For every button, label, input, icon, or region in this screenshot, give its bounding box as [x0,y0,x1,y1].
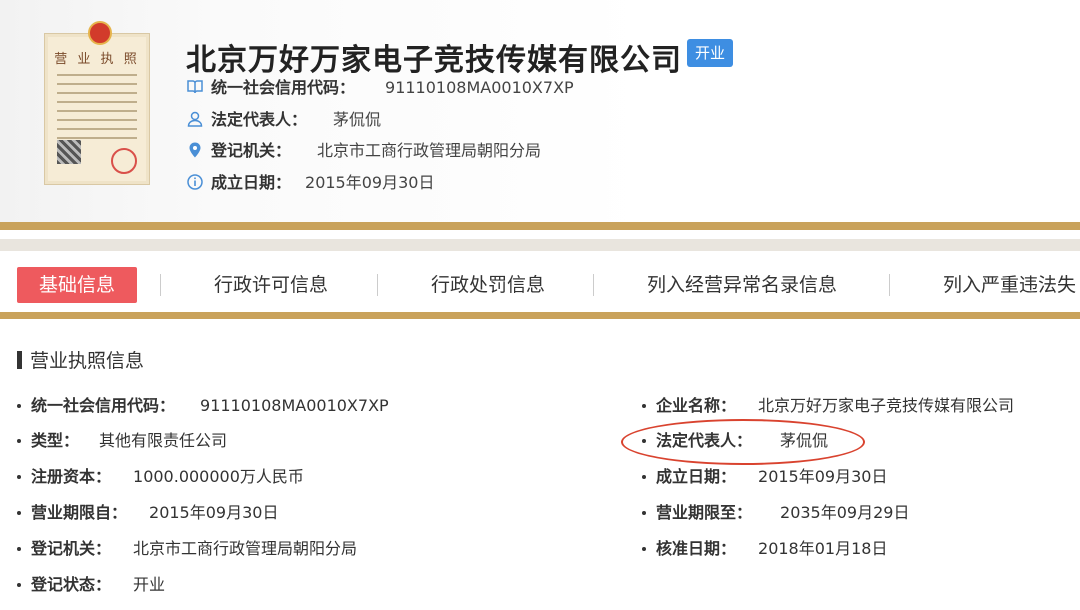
bullet-icon [17,474,21,479]
bullet-icon [642,474,646,479]
divider-grey [0,239,1080,251]
field-value: 其他有限责任公司 [99,431,228,450]
bullet-icon [642,403,646,408]
field-credit-code: 统一社会信用代码： 91110108MA0010X7XP [17,393,389,419]
info-icon [187,173,203,190]
company-header: 营 业 执 照 北京万好万家电子竞技传媒有限公司 开业 统一社会信用代码： 911… [0,0,1080,224]
person-icon [187,111,203,127]
field-label: 注册资本： [31,467,112,486]
field-value: 北京市工商行政管理局朝阳分局 [133,539,358,558]
field-authority: 登记机关： 北京市工商行政管理局朝阳分局 [17,536,357,562]
field-value: 开业 [133,575,166,594]
business-license-image[interactable]: 营 业 执 照 [44,21,150,185]
bullet-icon [17,510,21,515]
credit-code-value: 91110108MA0010X7XP [385,78,574,97]
tab-serious-violations[interactable]: 列入严重违法失 [943,267,1076,303]
tab-admin-license[interactable]: 行政许可信息 [214,267,328,303]
bullet-icon [17,582,21,587]
status-badge: 开业 [687,39,733,67]
tab-separator [593,274,594,296]
founded-value: 2015年09月30日 [305,173,435,192]
tab-basic-info[interactable]: 基础信息 [17,267,137,303]
seal-stamp-icon [111,148,137,174]
authority-value: 北京市工商行政管理局朝阳分局 [317,141,542,160]
bullet-icon [642,546,646,551]
qr-code-icon [57,140,81,164]
company-name: 北京万好万家电子竞技传媒有限公司 [186,43,682,78]
field-value: 2018年01月18日 [758,539,888,558]
divider-gold-bottom [0,312,1080,319]
field-label: 登记机关： [31,539,112,558]
bullet-icon [17,403,21,408]
field-label: 统一社会信用代码： [31,396,176,415]
field-registration-status: 登记状态： 开业 [17,572,165,598]
field-value: 2015年09月30日 [758,467,888,486]
field-term-to: 营业期限至： 2035年09月29日 [642,500,909,526]
field-founded: 成立日期： 2015年09月30日 [642,464,887,490]
tab-admin-penalty[interactable]: 行政处罚信息 [431,267,545,303]
authority-row: 登记机关： 北京市工商行政管理局朝阳分局 [186,138,541,164]
section-marker [17,350,22,369]
authority-label: 登记机关： [211,141,292,160]
field-label: 登记状态： [31,575,112,594]
field-term-from: 营业期限自： 2015年09月30日 [17,500,278,526]
divider-gold-top [0,222,1080,230]
book-icon [187,79,203,93]
bullet-icon [17,546,21,551]
field-value: 91110108MA0010X7XP [200,396,389,415]
tab-abnormal-operations[interactable]: 列入经营异常名录信息 [647,267,837,303]
license-text-lines [57,74,137,146]
field-label: 营业期限自： [31,503,128,522]
field-label: 企业名称： [656,396,737,415]
legal-rep-row: 法定代表人： 茅侃侃 [186,107,381,133]
section-title: 营业执照信息 [17,348,144,374]
founded-row: 成立日期： 2015年09月30日 [186,170,434,196]
field-value: 2035年09月29日 [780,503,910,522]
field-label: 成立日期： [656,467,737,486]
field-value: 2015年09月30日 [149,503,279,522]
credit-code-row: 统一社会信用代码： 91110108MA0010X7XP [186,75,574,101]
field-label: 营业期限至： [656,503,753,522]
legal-rep-label: 法定代表人： [211,110,308,129]
field-type: 类型： 其他有限责任公司 [17,428,227,454]
field-approval-date: 核准日期： 2018年01月18日 [642,536,887,562]
founded-label: 成立日期： [211,173,292,192]
tab-separator [160,274,161,296]
legal-rep-value: 茅侃侃 [333,110,382,129]
location-pin-icon [189,142,201,157]
field-registered-capital: 注册资本： 1000.000000万人民币 [17,464,304,490]
tab-separator [889,274,890,296]
license-image-title: 营 业 执 照 [54,52,140,67]
field-value: 北京万好万家电子竞技传媒有限公司 [758,396,1015,415]
annotation-ellipse [621,419,865,465]
field-label: 核准日期： [656,539,737,558]
bullet-icon [642,510,646,515]
tab-separator [377,274,378,296]
info-tabs: 基础信息 行政许可信息 行政处罚信息 列入经营异常名录信息 列入严重违法失 [0,253,1080,311]
field-value: 1000.000000万人民币 [133,467,304,486]
bullet-icon [17,438,21,443]
section-title-text: 营业执照信息 [30,350,145,372]
national-emblem-icon [88,21,112,45]
field-company-name: 企业名称： 北京万好万家电子竞技传媒有限公司 [642,393,1014,419]
credit-code-label: 统一社会信用代码： [211,78,356,97]
field-label: 类型： [31,431,80,450]
